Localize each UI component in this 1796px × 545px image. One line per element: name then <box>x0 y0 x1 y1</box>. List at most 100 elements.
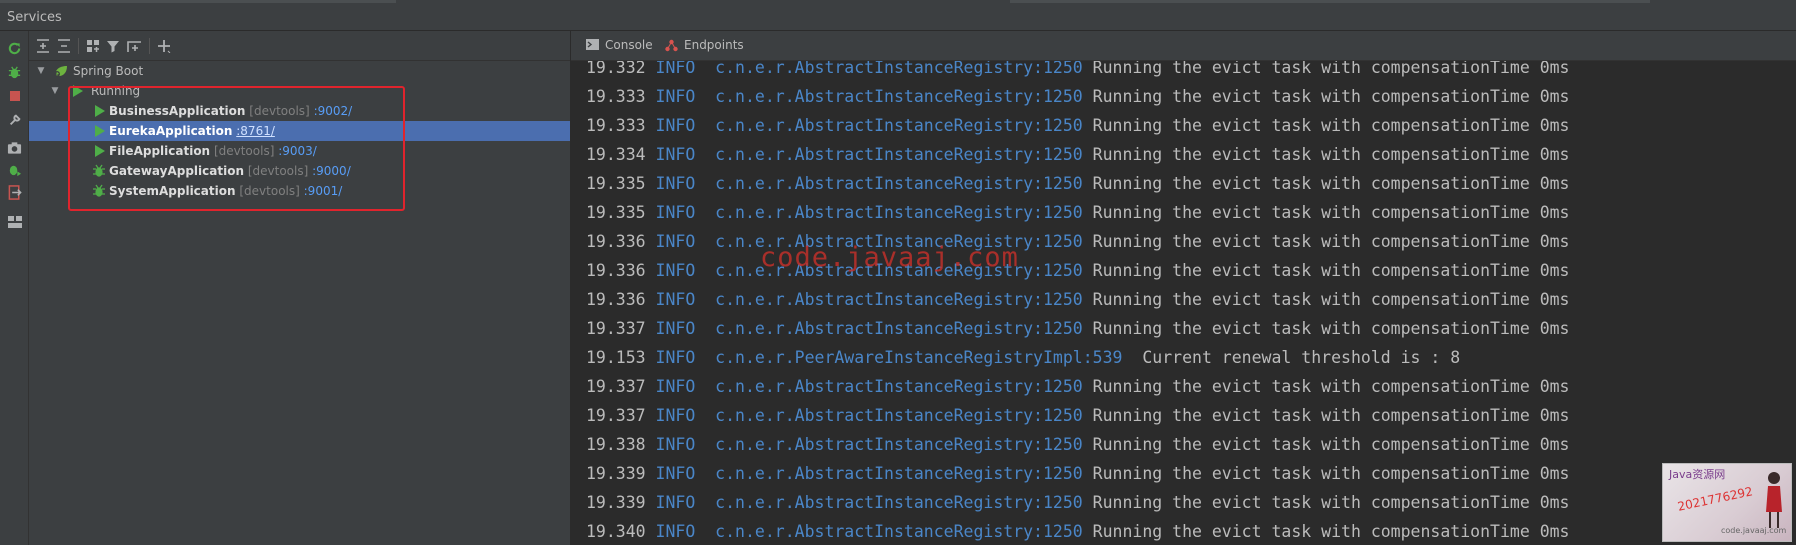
debug-bug-icon <box>92 184 106 198</box>
run-icon <box>93 124 107 138</box>
console-output[interactable]: 19.332 INFO c.n.e.r.AbstractInstanceRegi… <box>571 61 1796 545</box>
tree-node-app[interactable]: FileApplication [devtools] :9003/ <box>29 141 570 161</box>
app-port-link[interactable]: :9000/ <box>312 164 351 178</box>
console-level: INFO <box>655 290 696 309</box>
app-name: EurekaApplication <box>109 124 233 138</box>
tree-node-running-group[interactable]: ▼ Running <box>29 81 570 101</box>
app-name: BusinessApplication <box>109 104 246 118</box>
console-time: 19.339 <box>586 464 646 483</box>
console-message: Running the evict task with compensation… <box>1092 116 1570 135</box>
console-message: Running the evict task with compensation… <box>1092 87 1570 106</box>
console-time: 19.340 <box>586 522 646 541</box>
console-line: 19.153 INFO c.n.e.r.PeerAwareInstanceReg… <box>586 343 1460 372</box>
console-message: Running the evict task with compensation… <box>1092 319 1570 338</box>
endpoints-icon <box>665 39 679 52</box>
console-level: INFO <box>655 87 696 106</box>
console-source: c.n.e.r.AbstractInstanceRegistry:1250 <box>715 464 1083 483</box>
console-line: 19.332 INFO c.n.e.r.AbstractInstanceRegi… <box>586 61 1570 82</box>
console-level: INFO <box>655 261 696 280</box>
exit-icon[interactable] <box>6 184 23 201</box>
console-message: Running the evict task with compensation… <box>1092 145 1570 164</box>
filter-icon[interactable] <box>104 37 122 55</box>
wrench-icon[interactable] <box>6 111 23 128</box>
details-tab-bar: Console Endpoints <box>571 31 1796 61</box>
console-level: INFO <box>655 435 696 454</box>
toolbar-separator <box>149 38 150 54</box>
console-source: c.n.e.r.AbstractInstanceRegistry:1250 <box>715 116 1083 135</box>
app-port-link[interactable]: :8761/ <box>236 124 275 138</box>
stamp-number: 2021776292 <box>1676 484 1754 514</box>
console-source: c.n.e.r.AbstractInstanceRegistry:1250 <box>715 290 1083 309</box>
services-left-toolbar <box>0 31 29 545</box>
console-level: INFO <box>655 522 696 541</box>
run-icon <box>71 84 85 98</box>
console-source: c.n.e.r.AbstractInstanceRegistry:1250 <box>715 261 1083 280</box>
services-tree-toolbar <box>29 31 570 61</box>
app-name: FileApplication <box>109 144 211 158</box>
stamp-title: Java资源网 <box>1669 468 1726 481</box>
tab-endpoints[interactable]: Endpoints <box>662 31 744 60</box>
console-level: INFO <box>655 145 696 164</box>
camera-icon[interactable] <box>6 139 23 156</box>
console-message: Running the evict task with compensation… <box>1092 61 1570 77</box>
new-tab-icon[interactable] <box>125 37 143 55</box>
console-line: 19.337 INFO c.n.e.r.AbstractInstanceRegi… <box>586 401 1570 430</box>
add-icon[interactable] <box>155 37 173 55</box>
app-port-link[interactable]: :9003/ <box>278 144 317 158</box>
tab-console-label: Console <box>605 38 653 52</box>
group-icon[interactable] <box>84 37 102 55</box>
tree-node-app-selected[interactable]: EurekaApplication :8761/ <box>29 121 570 141</box>
services-title-bar: Services <box>0 4 1796 31</box>
console-line: 19.335 INFO c.n.e.r.AbstractInstanceRegi… <box>586 198 1570 227</box>
app-label: GatewayApplication [devtools] :9000/ <box>109 161 351 181</box>
chevron-down-icon[interactable]: ▼ <box>49 81 61 101</box>
stamp-figure-icon <box>1766 472 1782 528</box>
spring-boot-icon <box>53 64 67 78</box>
debug-run-icon[interactable] <box>6 161 23 178</box>
refresh-icon[interactable] <box>6 40 23 57</box>
collapse-all-icon[interactable] <box>55 37 73 55</box>
bug-icon[interactable] <box>6 64 23 81</box>
top-strip-segment <box>1010 0 1650 3</box>
tree-node-app[interactable]: BusinessApplication [devtools] :9002/ <box>29 101 570 121</box>
stop-icon[interactable] <box>6 87 23 104</box>
console-source: c.n.e.r.AbstractInstanceRegistry:1250 <box>715 61 1083 77</box>
app-tag: [devtools] <box>239 184 300 198</box>
app-port-link[interactable]: :9001/ <box>304 184 343 198</box>
layout-icon[interactable] <box>6 213 23 230</box>
console-message: Running the evict task with compensation… <box>1092 203 1570 222</box>
console-time: 19.335 <box>586 203 646 222</box>
tree-node-app[interactable]: GatewayApplication [devtools] :9000/ <box>29 161 570 181</box>
console-time: 19.336 <box>586 290 646 309</box>
console-line: 19.334 INFO c.n.e.r.AbstractInstanceRegi… <box>586 140 1570 169</box>
console-line: 19.339 INFO c.n.e.r.AbstractInstanceRegi… <box>586 459 1570 488</box>
console-time: 19.339 <box>586 493 646 512</box>
console-source: c.n.e.r.AbstractInstanceRegistry:1250 <box>715 493 1083 512</box>
app-label: BusinessApplication [devtools] :9002/ <box>109 101 352 121</box>
app-label: FileApplication [devtools] :9003/ <box>109 141 317 161</box>
console-icon <box>586 39 600 51</box>
console-source: c.n.e.r.AbstractInstanceRegistry:1250 <box>715 145 1083 164</box>
console-time: 19.334 <box>586 145 646 164</box>
console-time: 19.333 <box>586 87 646 106</box>
app-name: GatewayApplication <box>109 164 244 178</box>
console-level: INFO <box>655 406 696 425</box>
console-source: c.n.e.r.AbstractInstanceRegistry:1250 <box>715 435 1083 454</box>
tab-console[interactable]: Console <box>583 31 653 60</box>
expand-all-icon[interactable] <box>34 37 52 55</box>
tree-node-app[interactable]: SystemApplication [devtools] :9001/ <box>29 181 570 201</box>
console-level: INFO <box>655 377 696 396</box>
window-title: Services <box>7 10 62 25</box>
console-message: Running the evict task with compensation… <box>1092 232 1570 251</box>
console-source: c.n.e.r.AbstractInstanceRegistry:1250 <box>715 87 1083 106</box>
console-message: Current renewal threshold is : 8 <box>1132 348 1461 367</box>
tree-node-spring-boot[interactable]: ▼ Spring Boot <box>29 61 570 81</box>
console-message: Running the evict task with compensation… <box>1092 290 1570 309</box>
app-port-link[interactable]: :9002/ <box>314 104 353 118</box>
chevron-down-icon[interactable]: ▼ <box>35 61 47 81</box>
running-group-label: Running <box>91 84 141 98</box>
console-time: 19.335 <box>586 174 646 193</box>
console-line: 19.339 INFO c.n.e.r.AbstractInstanceRegi… <box>586 488 1570 517</box>
tree-root-label: Spring Boot <box>73 64 144 78</box>
console-time: 19.337 <box>586 377 646 396</box>
